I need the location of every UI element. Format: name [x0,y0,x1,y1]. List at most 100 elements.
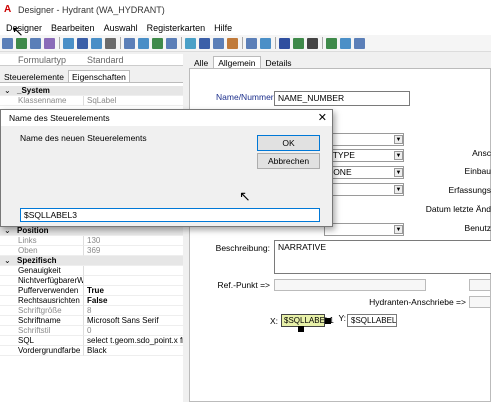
close-icon[interactable]: ✕ [318,111,327,125]
button-icon[interactable] [246,37,257,49]
property-value[interactable]: 130 [84,236,183,246]
property-value[interactable]: True [84,286,183,296]
property-value[interactable]: 8 [84,306,183,316]
tab-alle[interactable]: Alle [189,56,213,68]
grid-icon[interactable] [2,37,13,49]
button-icon[interactable] [260,37,271,49]
list-icon[interactable] [227,37,238,49]
anschriebe-field[interactable] [469,296,491,308]
property-value[interactable] [84,86,183,96]
align-icon[interactable] [138,37,149,49]
menu-bearbeiten[interactable]: Bearbeiten [51,23,95,33]
property-row[interactable]: Schriftname Microsoft Sans Serif [0,316,183,326]
property-row[interactable]: SQLselect t.geom.sdo_point.x from [0,336,183,346]
image-icon[interactable] [293,37,304,49]
menu-hilfe[interactable]: Hilfe [214,23,232,33]
right-label-3: Erfassungs [448,185,491,195]
property-row[interactable]: NichtverfügbarerWe [0,276,183,286]
property-key: Schriftstil [0,326,84,336]
layout-icon[interactable] [63,37,74,49]
property-value[interactable]: False [84,296,183,306]
property-key: Vordergrundfarbe [0,346,84,356]
property-category[interactable]: ⌄ Position [0,226,183,236]
ref-punkt-field[interactable] [274,279,426,291]
chevron-down-icon[interactable]: ⌄ [4,256,11,266]
menu-auswahl[interactable]: Auswahl [104,23,138,33]
property-value[interactable] [84,266,183,276]
form-type-row: Formulartyp Standard [0,54,183,66]
checkbox-icon[interactable] [326,37,337,49]
label-icon[interactable] [279,37,290,49]
property-value[interactable]: 369 [84,246,183,256]
align-icon[interactable] [124,37,135,49]
dialog-title: Name des Steuerelements [9,113,110,123]
chevron-down-icon[interactable]: ▼ [394,168,403,177]
property-category[interactable]: ⌄ Spezifisch [0,256,183,266]
tab-allgemein[interactable]: Allgemein [213,56,261,68]
layout-icon[interactable] [77,37,88,49]
control-name-input[interactable]: $SQLLABEL3 [20,208,320,222]
property-value[interactable]: 0 [84,326,183,336]
grid-icon[interactable] [16,37,27,49]
ok-button[interactable]: OK [257,135,320,151]
menu-registerkarten[interactable]: Registerkarten [147,23,206,33]
property-row[interactable]: Vordergrundfarbe Black [0,346,183,356]
tab-steuerelemente[interactable]: Steuerelemente [0,70,68,82]
chevron-down-icon[interactable]: ▼ [394,135,403,144]
property-row[interactable]: Oben 369 [0,246,183,256]
chevron-down-icon[interactable]: ▼ [394,185,403,194]
cancel-button[interactable]: Abbrechen [257,153,320,169]
property-row[interactable]: Rechtsausrichten False [0,296,183,306]
toolbar-separator [181,37,182,49]
tab-icon[interactable] [354,37,365,49]
mouse-cursor-icon: ↖ [239,188,251,204]
property-row[interactable]: Genauigkeit [0,266,183,276]
chevron-down-icon[interactable]: ⌄ [4,86,11,96]
property-value[interactable]: Microsoft Sans Serif [84,316,183,326]
grid-icon[interactable] [44,37,55,49]
grid-icon[interactable] [340,37,351,49]
property-value[interactable] [84,226,183,236]
grid-icon[interactable] [30,37,41,49]
right-label-4: Datum letzte Änd [425,204,491,214]
layout-icon[interactable] [105,37,116,49]
line-icon[interactable] [307,37,318,49]
combo-blank-3[interactable] [324,223,404,236]
align-icon[interactable] [166,37,177,49]
property-row[interactable]: Links 130 [0,236,183,246]
property-row[interactable]: Pufferverwenden True [0,286,183,296]
beschreibung-field[interactable]: NARRATIVE [274,240,491,274]
property-row[interactable]: Klassenname SqLabel [0,96,183,106]
ref-punkt-field-2[interactable] [469,279,491,291]
property-value[interactable] [84,276,183,286]
field-icon[interactable] [199,37,210,49]
combo-zone[interactable]: ZONE [324,166,404,179]
property-value[interactable]: SqLabel [84,96,183,106]
form-type-value[interactable]: Standard [83,54,183,65]
sqllabel2-control[interactable]: $SQLLABEL2 [347,314,397,327]
picture-icon[interactable] [185,37,196,49]
toolbar-separator [59,37,60,49]
property-value[interactable]: select t.geom.sdo_point.x from [84,336,183,346]
resize-handle[interactable] [325,318,331,324]
property-value[interactable] [84,256,183,266]
chevron-down-icon[interactable]: ▼ [394,225,403,234]
combo-type[interactable]: _TYPE [324,149,404,162]
property-row[interactable]: Schriftgröße 8 [0,306,183,316]
property-category[interactable]: ⌄ _System [0,86,183,96]
align-icon[interactable] [152,37,163,49]
name-dialog: Name des Steuerelements ✕ Name des neuen… [0,109,333,227]
property-value[interactable]: Black [84,346,183,356]
combo-icon[interactable] [213,37,224,49]
name-number-field[interactable]: NAME_NUMBER [274,91,410,106]
tab-eigenschaften[interactable]: Eigenschaften [68,70,130,82]
property-key: NichtverfügbarerWe [0,276,84,286]
layout-icon[interactable] [91,37,102,49]
chevron-down-icon[interactable]: ▼ [394,151,403,160]
tab-details[interactable]: Details [261,56,297,68]
chevron-down-icon[interactable]: ⌄ [4,226,11,236]
combo-blank-2[interactable] [324,183,404,196]
property-row[interactable]: Schriftstil 0 [0,326,183,336]
resize-handle[interactable] [298,326,304,332]
dialog-title-bar: Name des Steuerelements ✕ [1,110,332,126]
